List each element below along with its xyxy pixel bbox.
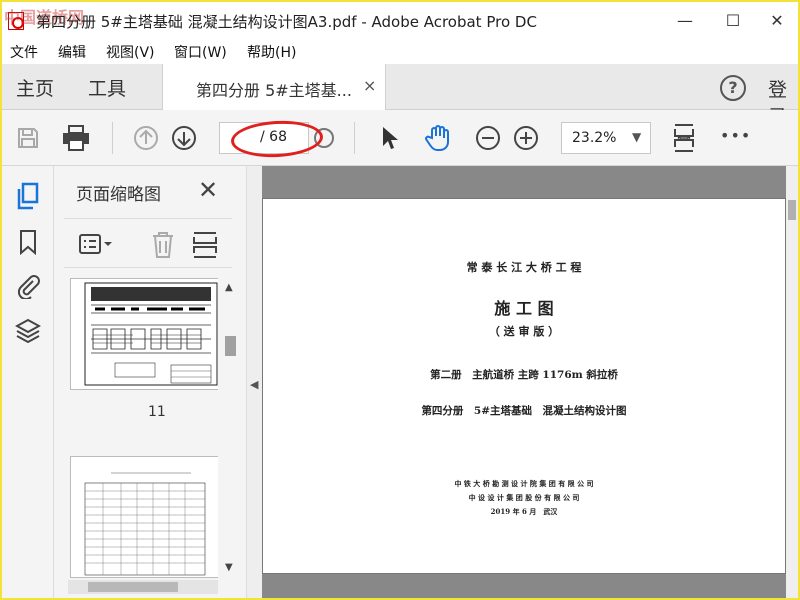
part-title: 第四分册 5#主塔基础 混凝土结构设计图 xyxy=(421,405,627,417)
collapse-arrow-icon[interactable]: ◀ xyxy=(250,378,258,391)
maximize-icon: ☐ xyxy=(725,10,741,30)
pdf-page: 常 泰 长 江 大 桥 工 程 施 工 图 （ 送 审 版 ） 第二册 主航道桥… xyxy=(262,198,786,574)
menu-file[interactable]: 文件 xyxy=(10,42,38,62)
document-date: 2019 年 6 月 武汉 xyxy=(490,507,558,516)
minimize-button[interactable]: — xyxy=(662,2,708,38)
thumbnail-page-number: 11 xyxy=(148,404,166,420)
menu-bar: 文件 编辑 视图(V) 窗口(W) 帮助(H) xyxy=(2,38,798,64)
toolbar-separator xyxy=(354,122,355,154)
volume-title: 第二册 主航道桥 主跨 1176m 斜拉桥 xyxy=(430,369,618,381)
tab-document[interactable]: 第四分册 5#主塔基... × xyxy=(162,64,386,110)
page-thumbnail[interactable] xyxy=(70,278,218,390)
fit-page-icon[interactable] xyxy=(670,124,698,152)
thumbnail-options-icon[interactable] xyxy=(78,233,114,259)
toolbar-separator xyxy=(112,122,113,154)
close-panel-icon[interactable]: ✕ xyxy=(198,176,218,204)
layers-icon[interactable] xyxy=(14,316,42,344)
zoom-out-icon[interactable] xyxy=(474,124,502,152)
tab-tools[interactable]: 工具 xyxy=(88,74,126,101)
scroll-down-icon[interactable]: ▼ xyxy=(225,562,233,573)
toolbar: / 68 23.2% ▼ ••• xyxy=(2,110,798,166)
scroll-up-icon[interactable]: ▲ xyxy=(225,282,233,293)
panel-title: 页面缩略图 xyxy=(76,185,161,205)
navigation-rail xyxy=(2,166,54,598)
tab-home[interactable]: 主页 xyxy=(16,74,54,101)
menu-edit[interactable]: 编辑 xyxy=(58,42,86,62)
maximize-button[interactable]: ☐ xyxy=(710,2,756,38)
menu-window[interactable]: 窗口(W) xyxy=(174,42,227,62)
scrollbar-thumb[interactable] xyxy=(788,200,796,220)
scrollbar-thumb[interactable] xyxy=(88,582,178,592)
horizontal-scrollbar[interactable] xyxy=(68,580,218,594)
thumbnails-panel: 页面缩略图 ✕ 11 ▲ ▼ xyxy=(54,166,246,598)
menu-help[interactable]: 帮助(H) xyxy=(247,42,296,62)
trash-icon[interactable] xyxy=(150,231,176,263)
thumbnail-toolbar xyxy=(64,218,232,268)
previous-page-icon[interactable] xyxy=(132,124,160,152)
select-cursor-icon[interactable] xyxy=(376,124,404,152)
attachment-icon[interactable] xyxy=(14,272,42,300)
bookmark-icon[interactable] xyxy=(14,228,42,256)
document-scrollbar[interactable] xyxy=(786,166,798,598)
close-window-button[interactable]: ✕ xyxy=(754,2,800,38)
close-tab-icon[interactable]: × xyxy=(363,76,376,95)
page-thumbnail[interactable] xyxy=(70,456,218,578)
page-layout-icon[interactable] xyxy=(192,231,218,263)
zoom-in-icon[interactable] xyxy=(512,124,540,152)
organization-2: 中 设 设 计 集 团 股 份 有 限 公 司 xyxy=(468,493,580,502)
thumbnail-scrollbar[interactable]: ▲ ▼ xyxy=(222,278,238,578)
page-thumbnails-icon[interactable] xyxy=(14,182,42,210)
hand-tool-icon[interactable] xyxy=(424,124,452,152)
save-icon[interactable] xyxy=(14,124,42,152)
more-options-icon[interactable]: ••• xyxy=(720,126,751,145)
menu-view[interactable]: 视图(V) xyxy=(106,42,155,62)
document-heading: 施 工 图 xyxy=(494,299,554,318)
zoom-select[interactable]: 23.2% ▼ xyxy=(561,122,651,154)
scrollbar-thumb[interactable] xyxy=(225,336,236,356)
document-tab-label: 第四分册 5#主塔基... xyxy=(196,81,352,100)
tab-bar: 主页 工具 第四分册 5#主塔基... × ? 登录 xyxy=(2,64,798,128)
panel-collapse-strip[interactable]: ◀ xyxy=(246,166,262,598)
document-viewer[interactable]: 常 泰 长 江 大 桥 工 程 施 工 图 （ 送 审 版 ） 第二册 主航道桥… xyxy=(262,166,798,598)
print-icon[interactable] xyxy=(62,124,90,152)
zoom-value: 23.2% xyxy=(572,130,617,146)
close-icon: ✕ xyxy=(770,10,784,30)
organization-1: 中 铁 大 桥 勘 测 设 计 院 集 团 有 限 公 司 xyxy=(454,479,594,488)
window-title: 第四分册 5#主塔基础 混凝土结构设计图A3.pdf - Adobe Acrob… xyxy=(36,13,537,31)
title-bar: 中国道桥网 第四分册 5#主塔基础 混凝土结构设计图A3.pdf - Adobe… xyxy=(2,2,798,38)
thumbnail-list[interactable]: 11 xyxy=(68,276,218,586)
document-subheading: （ 送 审 版 ） xyxy=(488,325,560,338)
project-title: 常 泰 长 江 大 桥 工 程 xyxy=(466,261,582,274)
chevron-down-icon: ▼ xyxy=(632,130,642,144)
help-icon[interactable]: ? xyxy=(720,75,746,101)
minimize-icon: — xyxy=(677,10,693,30)
next-page-icon[interactable] xyxy=(170,124,198,152)
